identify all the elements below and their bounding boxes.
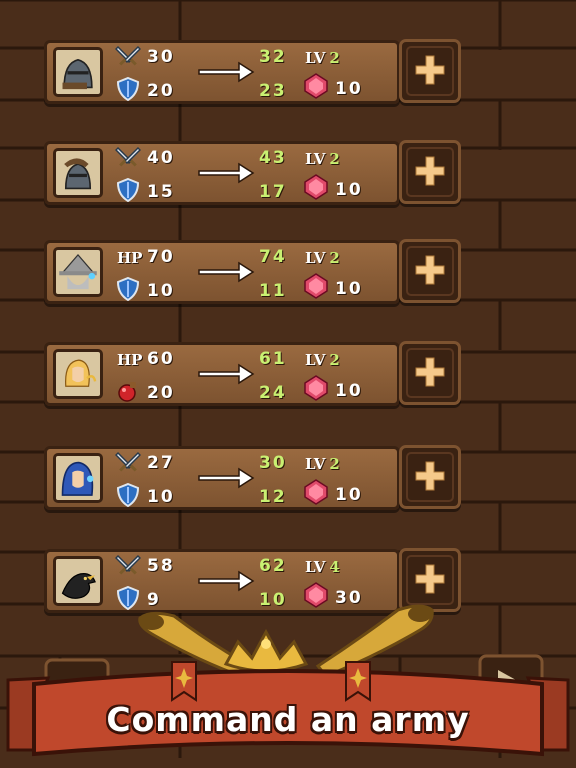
unit-card: HP 60 20 61 24 LV 2 10 xyxy=(44,342,400,406)
upgrade-button[interactable] xyxy=(399,39,461,103)
banner xyxy=(0,600,576,768)
upgrade-cost: 10 xyxy=(335,485,363,505)
unit-row: HP 60 20 61 24 LV 2 10 xyxy=(44,341,462,406)
upgraded-stat-2: 12 xyxy=(259,487,287,507)
crossed-swords-icon xyxy=(114,146,142,170)
upgrade-cost: 10 xyxy=(335,180,363,200)
current-stat-2: 10 xyxy=(147,487,175,507)
upgraded-stat-2: 24 xyxy=(259,383,287,403)
level-label: LV xyxy=(305,558,326,576)
level-label: LV xyxy=(305,351,326,369)
level-value: 2 xyxy=(329,249,340,267)
crossed-swords-icon xyxy=(114,554,142,578)
level-label: LV xyxy=(305,455,326,473)
upgraded-stat-1: 74 xyxy=(259,247,287,267)
upgrade-cost: 10 xyxy=(335,79,363,99)
level-value: 2 xyxy=(329,49,340,67)
hp-label: HP xyxy=(117,351,143,369)
current-stat-1: 30 xyxy=(147,47,175,67)
arrow-right-icon xyxy=(197,162,255,188)
upgrade-cost: 10 xyxy=(335,381,363,401)
unit-card: 30 20 32 23 LV 2 10 xyxy=(44,40,400,104)
level-indicator: LV 4 xyxy=(305,558,340,576)
crossed-swords-icon xyxy=(114,451,142,475)
blonde-priestess-portrait xyxy=(53,349,103,399)
upgraded-stat-1: 30 xyxy=(259,453,287,473)
level-indicator: LV 2 xyxy=(305,351,340,369)
level-label: LV xyxy=(305,150,326,168)
ruby-gem-icon xyxy=(303,479,329,505)
level-label: LV xyxy=(305,49,326,67)
black-raven-portrait xyxy=(53,556,103,606)
current-stat-2: 15 xyxy=(147,182,175,202)
upgrade-cost: 10 xyxy=(335,279,363,299)
game-screen: 30 20 32 23 LV 2 10 40 15 43 17 LV 2 10 … xyxy=(0,0,576,768)
current-stat-2: 20 xyxy=(147,383,175,403)
blue-hooded-mage-portrait xyxy=(53,453,103,503)
ruby-gem-icon xyxy=(303,375,329,401)
grey-wizard-image xyxy=(59,253,97,290)
knight-helmet-image xyxy=(62,58,93,90)
spartan-warrior-portrait xyxy=(53,148,103,198)
ruby-gem-icon xyxy=(303,273,329,299)
unit-row: 40 15 43 17 LV 2 10 xyxy=(44,140,462,205)
upgraded-stat-2: 17 xyxy=(259,182,287,202)
level-value: 2 xyxy=(329,455,340,473)
arrow-right-icon xyxy=(197,261,255,287)
upgraded-stat-1: 43 xyxy=(259,148,287,168)
current-stat-2: 20 xyxy=(147,81,175,101)
level-indicator: LV 2 xyxy=(305,150,340,168)
current-stat-1: 70 xyxy=(147,247,175,267)
level-indicator: LV 2 xyxy=(305,49,340,67)
level-indicator: LV 2 xyxy=(305,455,340,473)
upgraded-stat-2: 23 xyxy=(259,81,287,101)
arrow-right-icon xyxy=(197,467,255,493)
level-label: LV xyxy=(305,249,326,267)
blonde-priestess-image xyxy=(65,359,97,387)
upgraded-stat-1: 62 xyxy=(259,556,287,576)
arrow-right-icon xyxy=(197,570,255,596)
current-stat-2: 10 xyxy=(147,281,175,301)
unit-row: 30 20 32 23 LV 2 10 xyxy=(44,39,462,104)
knight-helmet-portrait xyxy=(53,47,103,97)
unit-row: 27 10 30 12 LV 2 10 xyxy=(44,445,462,510)
unit-row: HP 70 10 74 11 LV 2 10 xyxy=(44,239,462,304)
arrow-right-icon xyxy=(197,61,255,87)
level-value: 2 xyxy=(329,351,340,369)
upgraded-stat-1: 61 xyxy=(259,349,287,369)
crossed-swords-icon xyxy=(114,45,142,69)
current-stat-1: 58 xyxy=(147,556,175,576)
banner-caption: Command an army xyxy=(106,700,470,739)
shield-icon xyxy=(115,276,141,302)
level-value: 2 xyxy=(329,150,340,168)
hp-label: HP xyxy=(117,249,143,267)
unit-card: HP 70 10 74 11 LV 2 10 xyxy=(44,240,400,304)
black-raven-image xyxy=(61,573,96,599)
grey-wizard-portrait xyxy=(53,247,103,297)
shield-icon xyxy=(115,76,141,102)
shield-icon xyxy=(115,177,141,203)
current-stat-1: 40 xyxy=(147,148,175,168)
blue-hooded-mage-image xyxy=(61,461,94,496)
upgrade-button[interactable] xyxy=(399,445,461,509)
healing-potion-icon xyxy=(115,379,141,403)
upgrade-button[interactable] xyxy=(399,341,461,405)
unit-card: 27 10 30 12 LV 2 10 xyxy=(44,446,400,510)
upgraded-stat-2: 11 xyxy=(259,281,287,301)
ruby-gem-icon xyxy=(303,174,329,200)
shield-icon xyxy=(115,482,141,508)
arrow-right-icon xyxy=(197,363,255,389)
unit-card: 40 15 43 17 LV 2 10 xyxy=(44,141,400,205)
current-stat-1: 27 xyxy=(147,453,175,473)
upgrade-button[interactable] xyxy=(399,239,461,303)
level-indicator: LV 2 xyxy=(305,249,340,267)
banner-graphic xyxy=(6,604,570,757)
upgrade-button[interactable] xyxy=(399,140,461,204)
ruby-gem-icon xyxy=(303,73,329,99)
spartan-warrior-image xyxy=(64,158,92,190)
level-value: 4 xyxy=(329,558,340,576)
current-stat-1: 60 xyxy=(147,349,175,369)
upgraded-stat-1: 32 xyxy=(259,47,287,67)
